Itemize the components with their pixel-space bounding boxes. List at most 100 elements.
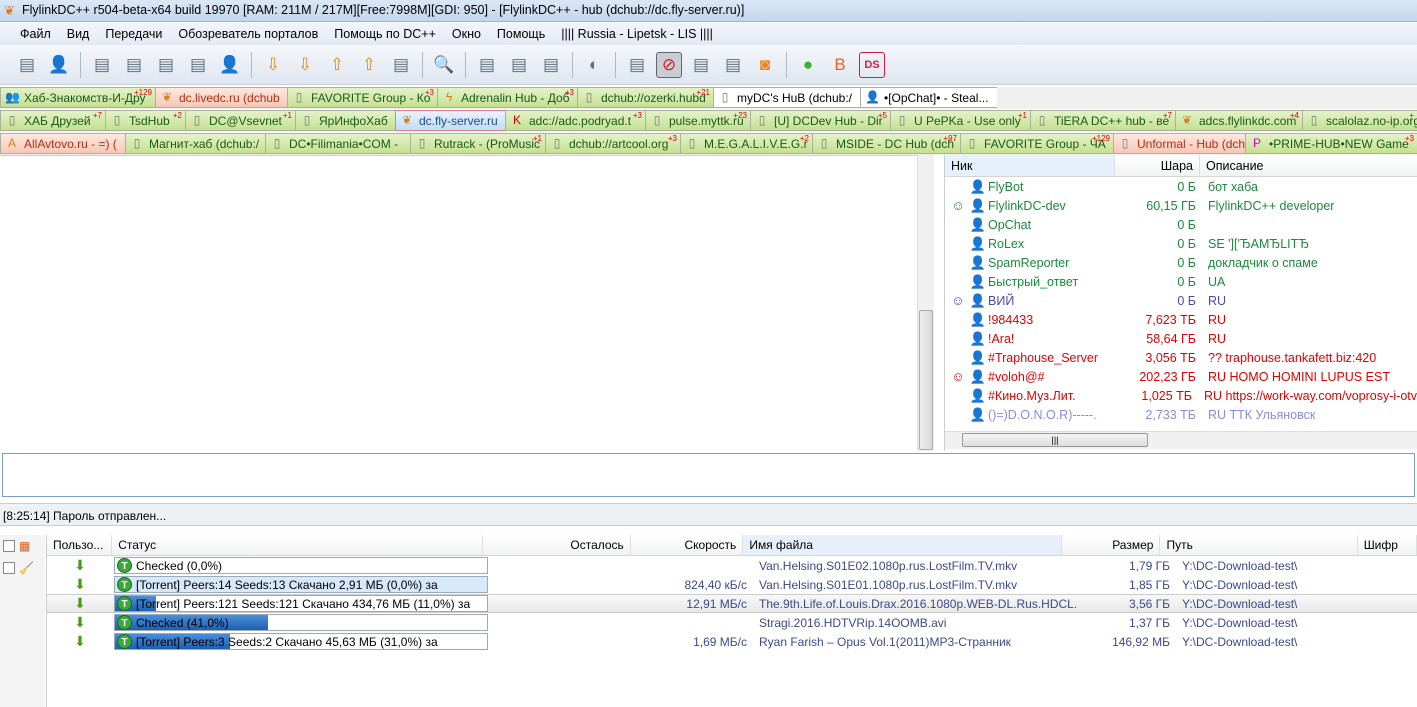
hub-tab[interactable]: ▯ FAVORITE Group - Ко +3 xyxy=(287,87,437,108)
chat-area[interactable] xyxy=(0,155,917,451)
hub-tab[interactable]: ▯ myDC's HuB (dchub:/ xyxy=(713,87,860,108)
system-log-icon[interactable]: ▤ xyxy=(720,52,746,78)
transfer-row[interactable]: ⬇ T Checked (41,0%) Stragi.2016.HDTVRip.14O… xyxy=(47,613,1417,632)
user-row[interactable]: 👤 RoLex 0 Б SE ']['ЂАМЂLITЂ xyxy=(945,234,1417,253)
user-row[interactable]: ☺ 👤 FlylinkDC-dev 60,15 ГБ FlylinkDC++ devel… xyxy=(945,196,1417,215)
hub-tab[interactable]: ϟ Adrenalin Hub - Доб +3 xyxy=(437,87,577,108)
hub-tab[interactable]: ▯ dchub://artcool.org +3 xyxy=(545,133,680,154)
disconnect-icon[interactable]: ▤ xyxy=(121,52,147,78)
column-description[interactable]: Описание xyxy=(1200,155,1417,176)
ds-icon[interactable]: DS xyxy=(859,51,885,78)
user-row[interactable]: 👤 !Ara! 58,64 ГБ RU xyxy=(945,329,1417,348)
chat-message-input[interactable] xyxy=(2,453,1415,497)
disable-sounds-icon[interactable]: ⊘ xyxy=(656,51,682,78)
hub-tab[interactable]: ▯ dchub://ozerki.hubd +21 xyxy=(577,87,713,108)
rss-icon[interactable]: ◙ xyxy=(752,52,778,78)
menu-item-0[interactable]: Файл xyxy=(12,27,59,41)
hub-tab[interactable]: ▯ [U] DCDev Hub - Dir +5 xyxy=(750,110,890,131)
blog-icon[interactable]: B xyxy=(827,52,853,78)
hub-tab[interactable]: ▯ U PePKa - Use only +1 xyxy=(890,110,1030,131)
column-4[interactable]: Имя файла xyxy=(743,535,1062,555)
reconnect-icon[interactable]: ▤ xyxy=(14,52,40,78)
hub-tab[interactable]: Kadc://adc.podryad.t +3 xyxy=(505,110,645,131)
hub-tab[interactable]: ▯ Rutrack - (ProMusic +1 xyxy=(410,133,545,154)
hub-tab[interactable]: ▯ scalolaz.no-ip.org + xyxy=(1302,110,1417,131)
menu-item-4[interactable]: Помощь по DC++ xyxy=(326,27,444,41)
hub-tab[interactable]: ❦ dc.livedc.ru (dchub xyxy=(155,87,287,108)
hub-tab-label: dchub://artcool.org xyxy=(569,136,669,151)
favorite-hubs-icon[interactable]: ▤ xyxy=(153,52,179,78)
user-list-hscrollbar-thumb[interactable]: ||| xyxy=(962,433,1148,447)
column-2[interactable]: Осталось xyxy=(483,535,631,555)
favorite-hubs-star-icon[interactable]: ▤ xyxy=(185,52,211,78)
user-row[interactable]: 👤 FlyBot 0 Б бот хаба xyxy=(945,177,1417,196)
finished-downloads-icon[interactable]: ⇩ xyxy=(292,52,318,78)
user-row[interactable]: 👤 OpChat 0 Б xyxy=(945,215,1417,234)
hub-tab[interactable]: ▯ Магнит-хаб (dchub:/ xyxy=(125,133,265,154)
follow-redirect-icon[interactable]: 👤 xyxy=(46,52,72,78)
menu-item-3[interactable]: Обозреватель порталов xyxy=(170,27,326,41)
hub-tab[interactable]: ▯ Unformal - Hub (dch xyxy=(1113,133,1245,154)
transfer-row[interactable]: ⬇ T Checked (0,0%) Van.Helsing.S01E02.1080p… xyxy=(47,556,1417,575)
menu-item-5[interactable]: Окно xyxy=(444,27,489,41)
hub-tab[interactable]: ▯ ЯрИнфоХаб xyxy=(295,110,395,131)
network-stats-icon[interactable]: ▤ xyxy=(538,52,564,78)
transfer-row[interactable]: ⬇ T [Torrent] Peers:14 Seeds:13 Скачано 2,… xyxy=(47,575,1417,594)
user-row[interactable]: 👤 Быстрый_ответ 0 Б UA xyxy=(945,272,1417,291)
hub-tab[interactable]: ▯ M.E.G.A.L.I.V.E.G.r +2 xyxy=(680,133,812,154)
notepad-icon[interactable]: ▤ xyxy=(688,52,714,78)
hub-tab[interactable]: ▯ DC@Vsevnet +1 xyxy=(185,110,295,131)
transfer-row[interactable]: ⬇ T [Torrent] Peers:3 Seeds:2 Скачано 45,6… xyxy=(47,632,1417,651)
menu-item-7[interactable]: |||| Russia - Lipetsk - LIS |||| xyxy=(553,27,721,41)
chat-scrollbar-thumb[interactable] xyxy=(919,310,933,450)
user-row[interactable]: 👤 #Traphouse_Server 3,056 ТБ ?? traphouse.t… xyxy=(945,348,1417,367)
hub-tab[interactable]: ▯ FAVORITE Group - ЧА +129 xyxy=(960,133,1113,154)
hub-tab[interactable]: ❦ dc.fly-server.ru xyxy=(395,110,505,131)
search-icon[interactable]: 🔍 xyxy=(431,52,457,78)
column-3[interactable]: Скорость xyxy=(631,535,744,555)
user-row[interactable]: ☺ 👤 ВИЙ 0 Б RU xyxy=(945,291,1417,310)
hub-tab[interactable]: ▯ TsdHub +2 xyxy=(105,110,185,131)
hub-tab[interactable]: ▯ pulse.myttk.ru +23 xyxy=(645,110,750,131)
finished-uploads-icon[interactable]: ⇧ xyxy=(356,52,382,78)
column-nick[interactable]: Ник xyxy=(945,155,1115,176)
upload-queue-icon[interactable]: ⇧ xyxy=(324,52,350,78)
hub-tab[interactable]: A AllAvtovo.ru - =) ( xyxy=(0,133,125,154)
away-icon[interactable]: ◐ xyxy=(581,52,607,78)
favorite-users-icon[interactable]: 👤 xyxy=(217,52,243,78)
search-spy-icon[interactable]: ▤ xyxy=(506,52,532,78)
user-row[interactable]: 👤 ()=)D.O.N.O.R)-----. 2,733 ТБ RU ТТК Улья… xyxy=(945,405,1417,424)
user-row[interactable]: 👤 !984433 7,623 ТБ RU xyxy=(945,310,1417,329)
public-hubs-icon[interactable]: ▤ xyxy=(89,52,115,78)
server-icon: ▯ xyxy=(418,135,426,150)
adl-search-icon[interactable]: ▤ xyxy=(474,52,500,78)
column-0[interactable]: Пользо... xyxy=(47,535,113,555)
menu-item-2[interactable]: Передачи xyxy=(97,27,170,41)
column-5[interactable]: Размер xyxy=(1062,535,1161,555)
download-queue-icon[interactable]: ⇩ xyxy=(260,52,286,78)
hub-tab[interactable]: ▯ TiERA DC++ hub - ве +7 xyxy=(1030,110,1175,131)
menu-item-6[interactable]: Помощь xyxy=(489,27,553,41)
hub-tab[interactable]: 👥 Хаб-Знакомств-И-Дру +129 xyxy=(0,87,155,108)
user-row[interactable]: ☺ 👤 #voloh@# 202,23 ГБ RU HOMO HOMINI LUPUS … xyxy=(945,367,1417,386)
media-files-icon[interactable]: ▤ xyxy=(388,52,414,78)
user-row[interactable]: 👤 SpamReporter 0 Б докладчик о спаме xyxy=(945,253,1417,272)
hub-tab[interactable]: ▯ MSIDE - DC Hub (dch +97 xyxy=(812,133,960,154)
hub-tab[interactable]: ❦ adcs.flylinkdc.com +4 xyxy=(1175,110,1302,131)
show-torrents-checkbox[interactable] xyxy=(3,540,15,552)
user-row[interactable]: 👤 #Кино.Муз.Лит. 1,025 ТБ RU https://work-w… xyxy=(945,386,1417,405)
menu-item-1[interactable]: Вид xyxy=(59,27,98,41)
hub-tab[interactable]: ▯ ХАБ Друзей +7 xyxy=(0,110,105,131)
hub-tab[interactable]: 👤 •[OpChat]• - Steal... xyxy=(860,87,997,108)
column-share[interactable]: Шара xyxy=(1115,155,1200,176)
column-6[interactable]: Путь xyxy=(1160,535,1358,555)
column-7[interactable]: Шифр xyxy=(1358,535,1417,555)
clear-checkbox[interactable] xyxy=(3,562,15,574)
hub-tab-label: dchub://ozerki.hubd xyxy=(601,90,706,105)
hub-tab[interactable]: ▯ DC•Filimania•COM - xyxy=(265,133,410,154)
column-1[interactable]: Статус xyxy=(112,535,483,555)
hub-tab[interactable]: P •PRIME-HUB•NEW Game +3 xyxy=(1245,133,1417,154)
web-icon[interactable]: ● xyxy=(795,52,821,78)
limiter-icon[interactable]: ▤ xyxy=(624,52,650,78)
transfer-row[interactable]: ⬇ T [Torrent] Peers:121 Seeds:121 Скачано … xyxy=(47,594,1417,613)
